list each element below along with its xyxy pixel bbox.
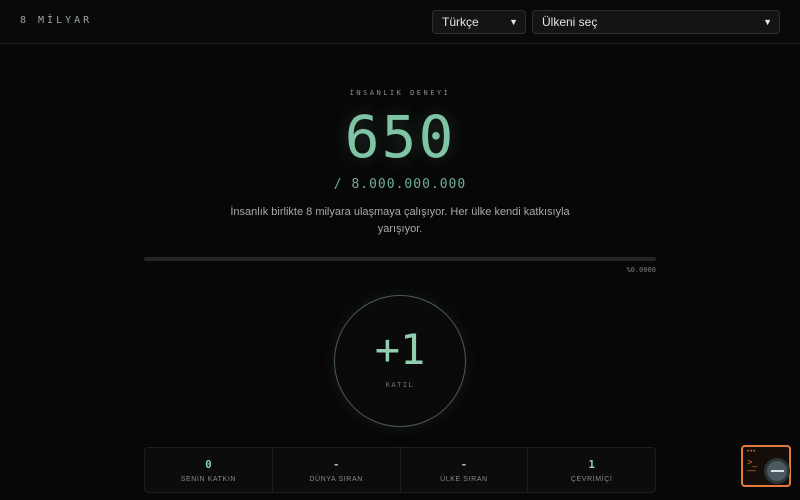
- stat-value: 0: [205, 458, 212, 471]
- description: İnsanlık birlikte 8 milyara ulaşmaya çal…: [230, 206, 570, 235]
- chevron-down-icon: ▼: [509, 17, 518, 27]
- language-select-value: Türkçe: [442, 15, 479, 29]
- stat-value: -: [460, 458, 468, 471]
- global-counter: 650: [344, 103, 456, 171]
- country-select[interactable]: Ülkeni seç ▼: [532, 10, 780, 34]
- join-button[interactable]: +1 KATIL: [334, 295, 466, 427]
- progress-percent: %0.0000: [626, 266, 656, 274]
- chevron-down-icon: ▼: [763, 17, 772, 27]
- stat-label: DÜNYA SIRAN: [309, 476, 363, 483]
- join-plus-label: +1: [374, 325, 426, 374]
- search-icon[interactable]: [764, 458, 790, 484]
- goal-total: / 8.000.000.000: [333, 177, 467, 192]
- site-logo[interactable]: 8 MİLYAR: [20, 15, 92, 26]
- progress-bar: [144, 257, 656, 261]
- join-label: KATIL: [385, 381, 415, 389]
- experiment-eyebrow: İNSANLIK DENEYİ: [349, 89, 451, 97]
- stat-label: ÜLKE SIRAN: [440, 476, 488, 483]
- stat-country-rank: - ÜLKE SIRAN: [401, 448, 529, 492]
- stat-online: 1 ÇEVRİMİÇİ: [528, 448, 655, 492]
- language-select[interactable]: Türkçe ▼: [432, 10, 526, 34]
- window-dots-icon: •••: [747, 449, 757, 455]
- stat-label: ÇEVRİMİÇİ: [570, 476, 613, 483]
- top-bar: 8 MİLYAR Türkçe ▼ Ülkeni seç ▼: [0, 0, 800, 44]
- stat-your-contribution: 0 SENİN KATKIN: [145, 448, 273, 492]
- stat-value: 1: [588, 458, 595, 471]
- stats-panel: 0 SENİN KATKIN - DÜNYA SIRAN - ÜLKE SIRA…: [144, 447, 656, 493]
- stat-value: -: [332, 458, 340, 471]
- country-select-value: Ülkeni seç: [542, 15, 598, 29]
- stat-label: SENİN KATKIN: [180, 476, 237, 483]
- stat-world-rank: - DÜNYA SIRAN: [273, 448, 401, 492]
